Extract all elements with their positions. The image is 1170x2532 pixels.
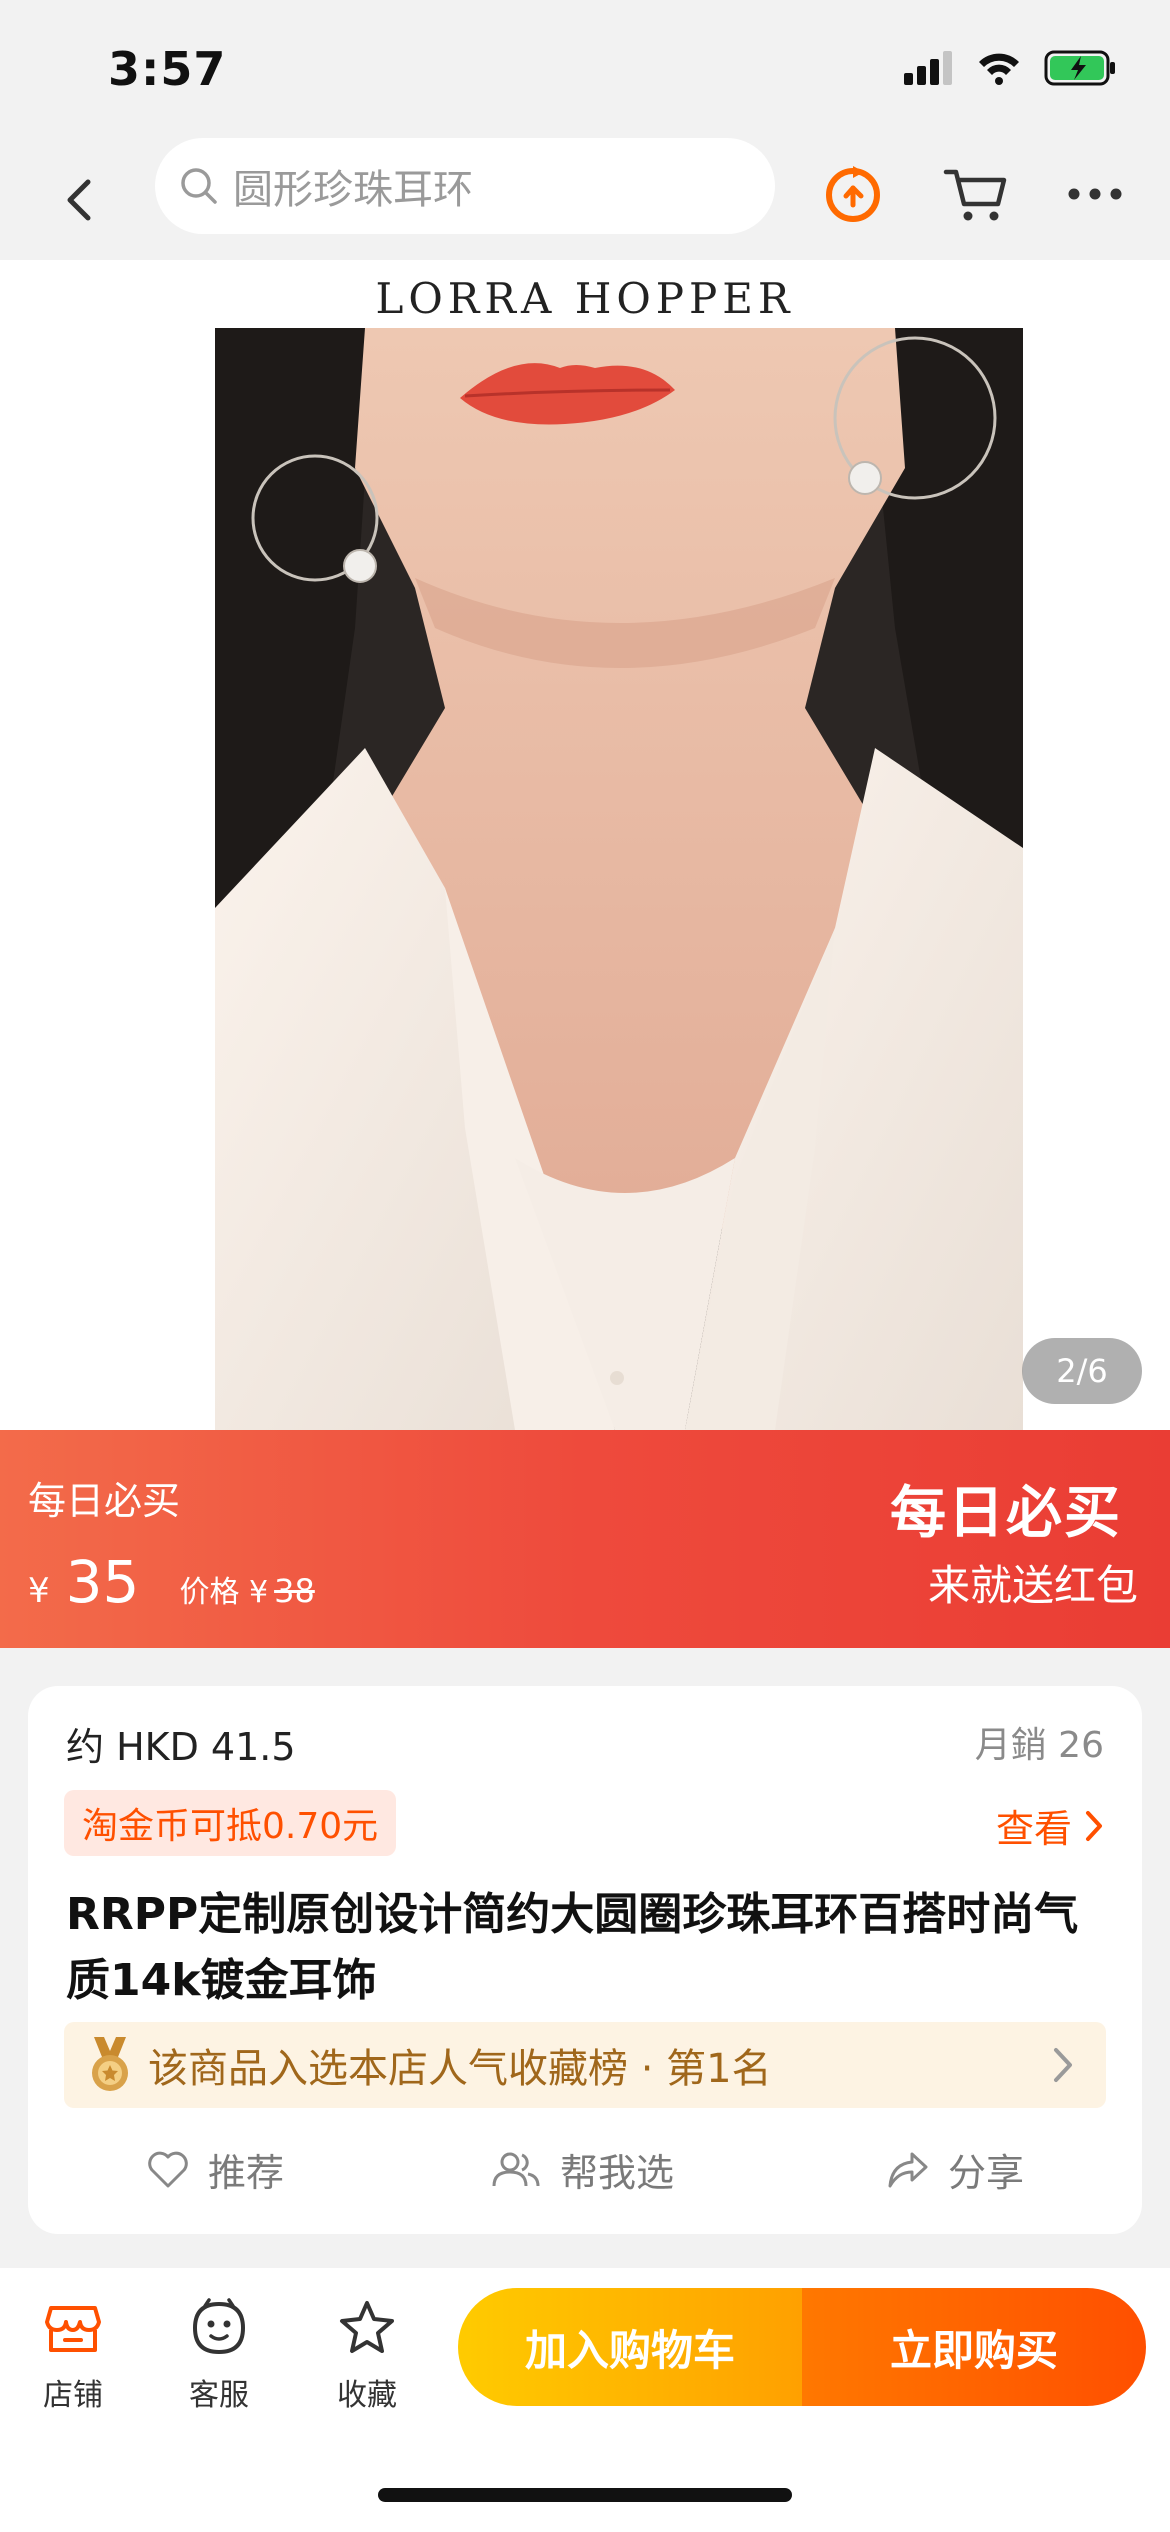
coin-discount-badge: 淘金币可抵0.70元 [64, 1790, 397, 1856]
view-link[interactable]: 查看 [996, 1798, 1104, 1853]
promo-tag: 每日必买 [28, 1479, 181, 1523]
people-icon [492, 2152, 540, 2186]
search-icon [181, 168, 217, 204]
search-input[interactable]: 圆形珍珠耳环 [155, 138, 775, 234]
currency-symbol: ¥ [28, 1571, 50, 1611]
service-icon [192, 2298, 246, 2355]
approx-price: 约 HKD 41.5 [66, 1725, 296, 1769]
tab-service-label: 客服 [189, 2378, 249, 2413]
price-amount: 35 [65, 1548, 140, 1616]
search-placeholder: 圆形珍珠耳环 [233, 167, 473, 213]
tab-service[interactable]: 客服 [164, 2298, 274, 2414]
promo-banner[interactable]: 每日必买 ¥ 35 价格 ¥ 38 每日必买 来就送红包 [0, 1430, 1170, 1648]
heart-icon [148, 2151, 188, 2187]
star-icon [340, 2301, 394, 2353]
product-title: RRPP定制原创设计简约大圆圈珍珠耳环百搭时尚气质14k镀金耳饰 [66, 1889, 1079, 2006]
status-icons [904, 50, 1118, 86]
store-icon [45, 2306, 101, 2352]
refresh-icon[interactable] [818, 158, 888, 228]
back-icon[interactable] [50, 170, 110, 230]
battery-icon [1044, 50, 1115, 86]
add-to-cart-button[interactable]: 加入购物车 [458, 2288, 802, 2406]
help-choose-label: 帮我选 [560, 2151, 675, 2195]
chevron-right-icon [1086, 1810, 1102, 1841]
page-indicator: 2/6 [1022, 1338, 1142, 1404]
ranking-text: 该商品入选本店人气收藏榜 · 第1名 [148, 2046, 772, 2092]
action-row: 推荐 帮我选 分享 [28, 2142, 1142, 2212]
status-time: 3:57 [108, 42, 227, 96]
buy-now-button[interactable]: 立即购买 [802, 2288, 1146, 2406]
share-icon [888, 2152, 928, 2187]
status-bar: 3:57 [0, 0, 1170, 140]
tab-store-label: 店铺 [43, 2378, 103, 2413]
help-choose-button[interactable]: 帮我选 [490, 2142, 674, 2197]
home-indicator[interactable] [378, 2488, 792, 2502]
promo-subtitle: 来就送红包 [927, 1561, 1138, 1610]
more-icon[interactable] [1060, 158, 1130, 228]
product-photo [215, 328, 1023, 1430]
cart-icon[interactable] [940, 158, 1010, 228]
promo-title: 每日必买 [890, 1481, 1122, 1546]
promo-price: ¥ 35 价格 ¥ 38 [28, 1548, 315, 1616]
product-info-card: 约 HKD 41.5 月銷 26 淘金币可抵0.70元 查看 RRPP定制原创设… [28, 1686, 1142, 2234]
monthly-sales: 月銷 26 [974, 1725, 1104, 1766]
old-price-label: 价格 ¥ [179, 1575, 269, 1610]
old-price: 38 [274, 1572, 315, 1610]
medal-icon [92, 2037, 128, 2091]
signal-icon [904, 51, 952, 85]
share-label: 分享 [948, 2151, 1025, 2195]
product-image-carousel[interactable]: LORRA HOPPER 2/6 [0, 260, 1170, 1430]
view-link-label: 查看 [995, 1807, 1072, 1851]
tab-store[interactable]: 店铺 [18, 2298, 128, 2414]
tab-favorite-label: 收藏 [337, 2378, 397, 2413]
share-button[interactable]: 分享 [886, 2142, 1024, 2197]
ranking-bar[interactable]: 该商品入选本店人气收藏榜 · 第1名 [64, 2022, 1106, 2108]
recommend-button[interactable]: 推荐 [146, 2142, 284, 2197]
image-brand-text: LORRA HOPPER [375, 274, 795, 323]
chevron-right-icon [1054, 2048, 1072, 2082]
nav-bar: 圆形珍珠耳环 [0, 130, 1170, 260]
tab-favorite[interactable]: 收藏 [312, 2298, 422, 2414]
wifi-icon [979, 53, 1019, 85]
recommend-label: 推荐 [208, 2151, 285, 2195]
